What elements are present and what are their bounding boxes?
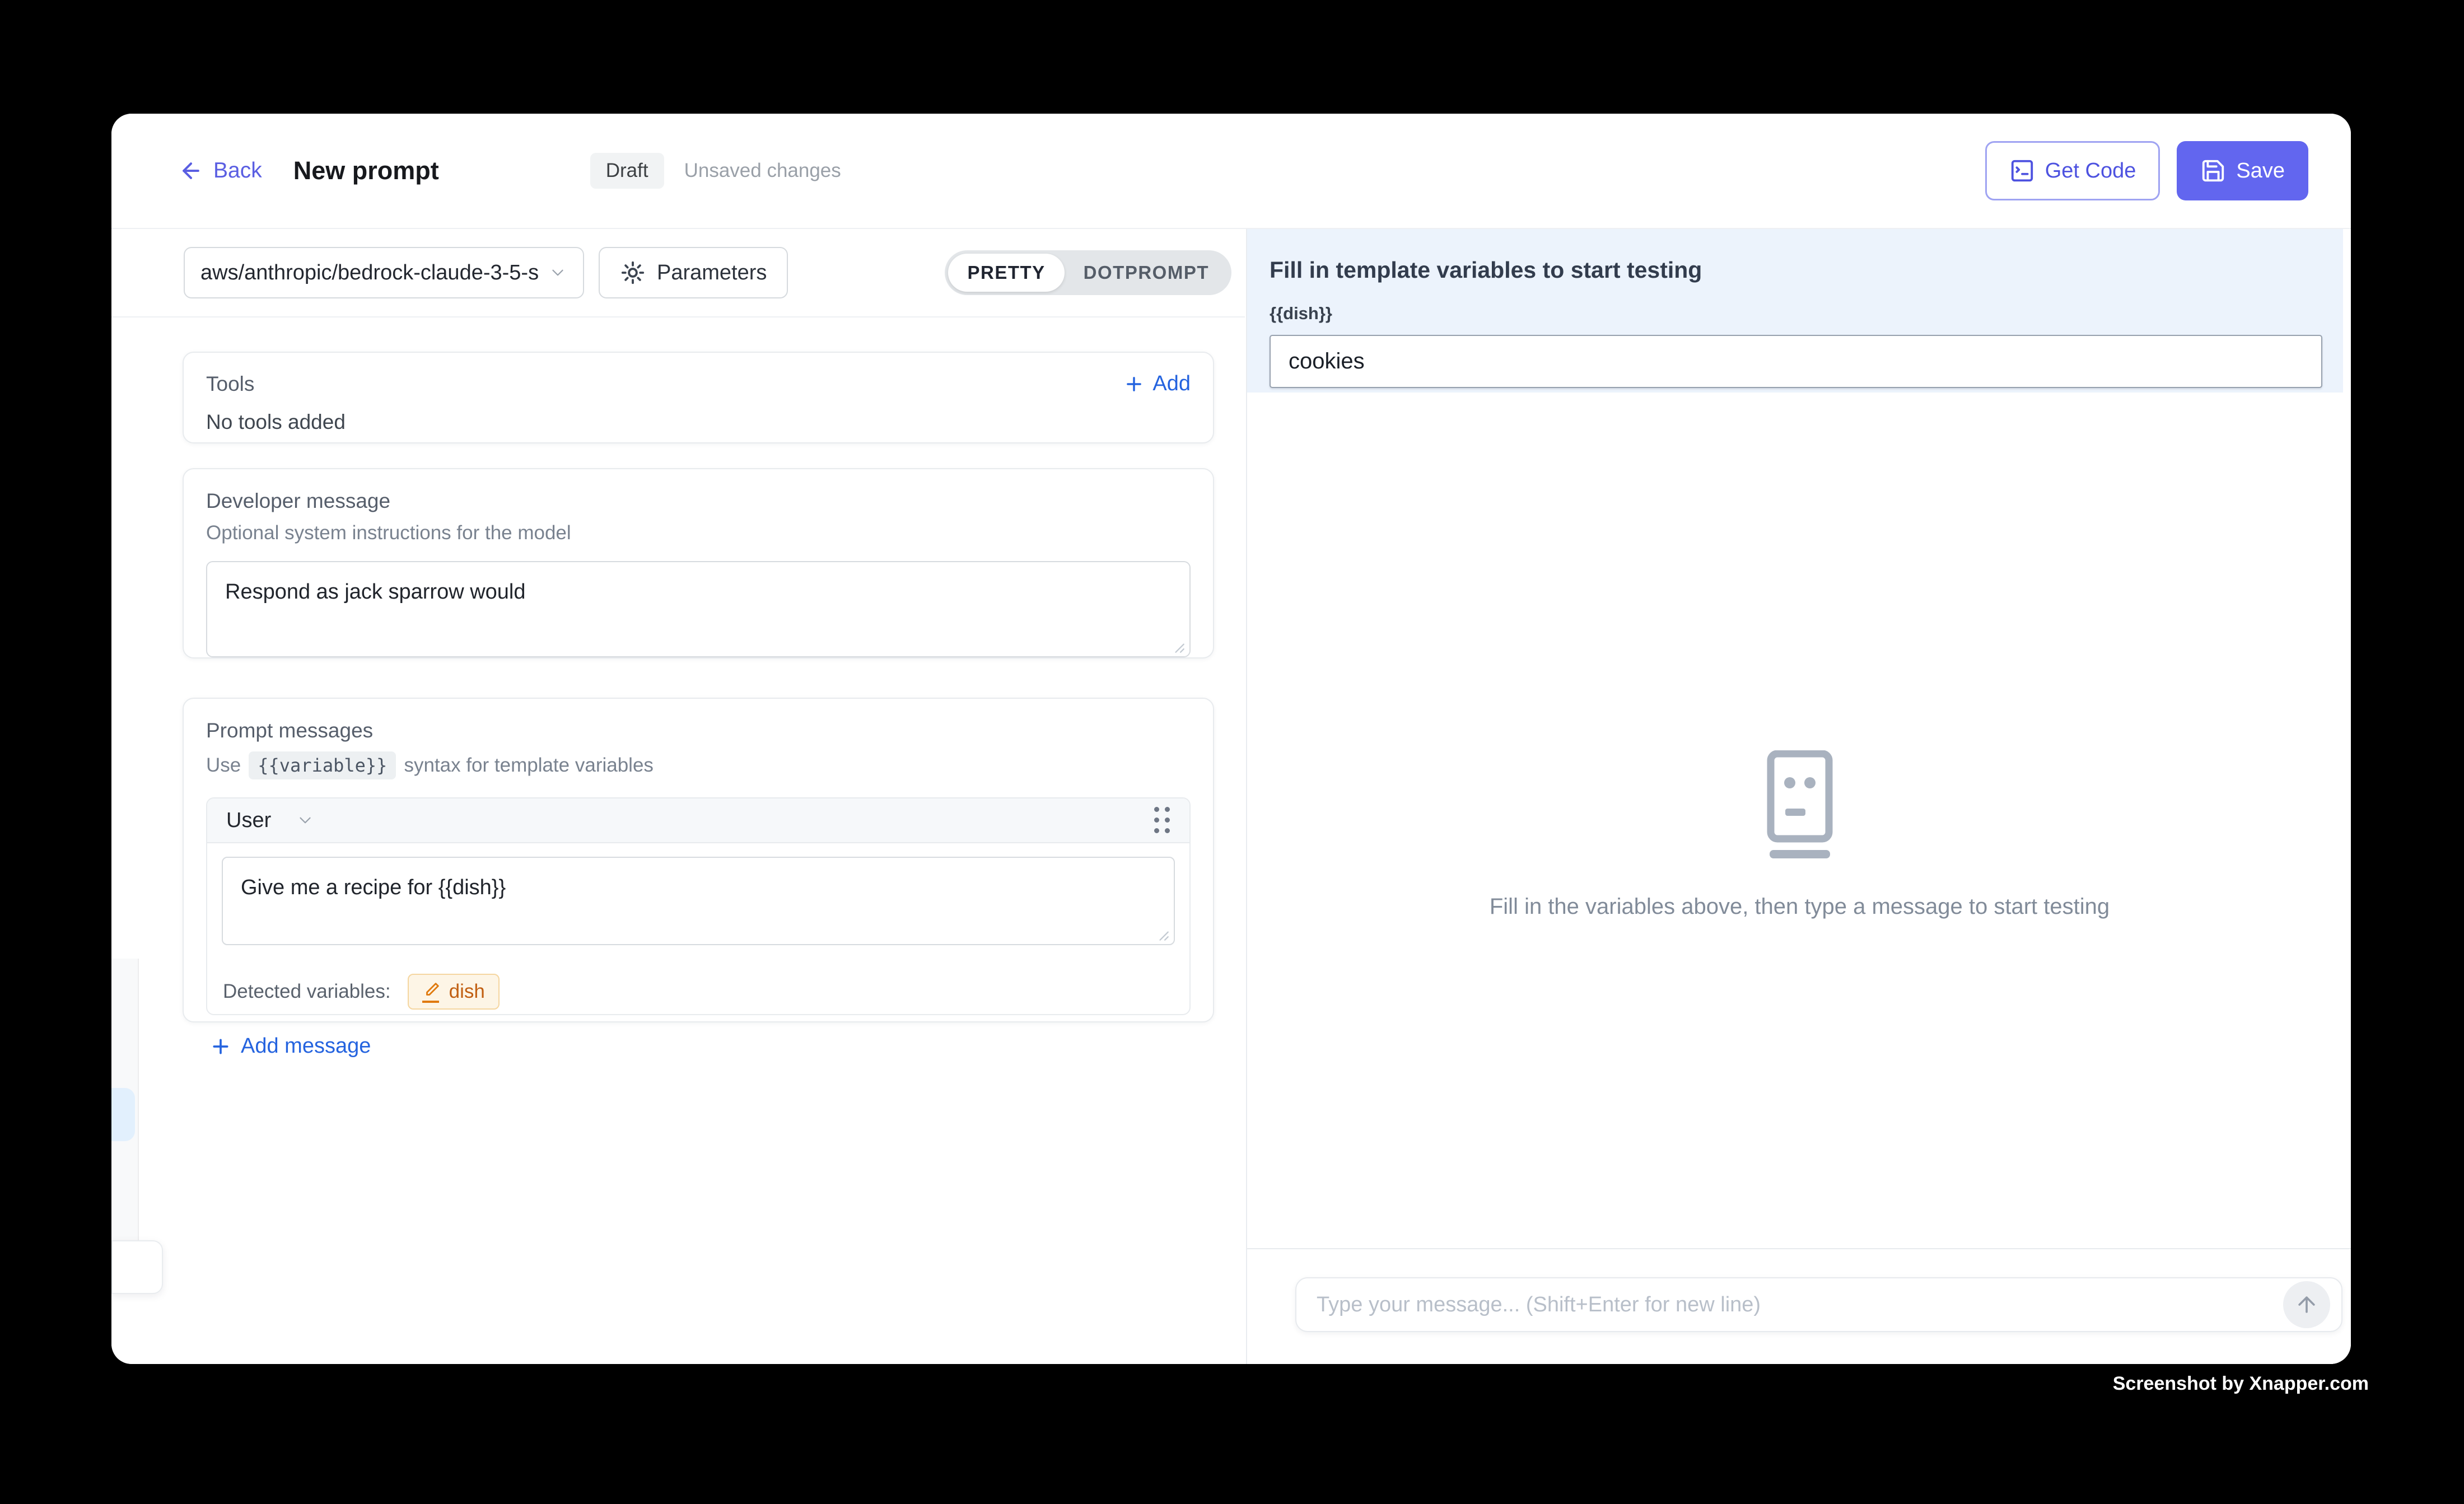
resize-grip-icon[interactable] [1151,923,1170,942]
chat-input-container [1295,1277,2342,1332]
subtitle-suffix: syntax for template variables [404,754,653,777]
message-text-input[interactable]: Give me a recipe for {{dish}} [222,857,1175,945]
screenshot-stage: Back New prompt Draft Unsaved changes Ge… [0,0,2464,1504]
developer-message-input[interactable]: Respond as jack sparrow would [206,561,1191,657]
chevron-down-icon [548,263,567,282]
model-select[interactable]: aws/anthropic/bedrock-claude-3-5-s... [184,247,584,298]
message-header: User [207,798,1189,843]
bot-face-icon [1764,750,1836,865]
plus-icon [209,1035,232,1058]
variable-chip-dish[interactable]: dish [408,974,500,1010]
chat-empty-state: Fill in the variables above, then type a… [1247,407,2351,1263]
editor-toolbar: aws/anthropic/bedrock-claude-3-5-s... Pa… [111,229,1245,317]
view-toggle: PRETTY DOTPROMPT [945,250,1231,295]
chevron-down-icon [296,811,315,830]
prompt-messages-title: Prompt messages [206,719,1191,742]
prompt-messages-card: Prompt messages Use {{variable}} syntax … [183,698,1214,1022]
model-select-value: aws/anthropic/bedrock-claude-3-5-s... [200,261,539,285]
toggle-dotprompt[interactable]: DOTPROMPT [1065,254,1228,292]
prompt-messages-subtitle: Use {{variable}} syntax for template var… [206,751,1191,779]
header: Back New prompt Draft Unsaved changes Ge… [111,114,2351,229]
developer-message-title: Developer message [206,489,1191,513]
back-label: Back [213,158,262,183]
status-badge: Draft [590,153,664,189]
template-variables-title: Fill in template variables to start test… [1270,257,2343,283]
test-panel: Fill in template variables to start test… [1246,229,2351,1364]
chat-empty-text: Fill in the variables above, then type a… [1490,894,2110,919]
get-code-button[interactable]: Get Code [1985,141,2160,200]
add-tool-button[interactable]: Add [1123,372,1191,396]
drag-handle[interactable] [1154,807,1170,834]
message-role-select[interactable]: User [226,809,315,833]
variable-chip-label: dish [449,980,485,1003]
variable-value-input[interactable] [1270,335,2322,388]
tools-empty-text: No tools added [206,410,1191,434]
arrow-up-icon [2294,1292,2319,1317]
save-button[interactable]: Save [2177,141,2308,200]
back-button[interactable]: Back [179,158,262,183]
detected-variables-label: Detected variables: [223,980,391,1003]
tools-card: Tools Add No tools added [183,352,1214,443]
chat-input-bar [1247,1248,2351,1364]
subtitle-prefix: Use [206,754,241,777]
add-message-button[interactable]: Add message [209,1034,1191,1058]
watermark-text: Screenshot by Xnapper.com [2113,1373,2369,1395]
developer-message-subtitle: Optional system instructions for the mod… [206,522,1191,544]
toggle-pretty[interactable]: PRETTY [948,254,1064,292]
add-tool-label: Add [1152,372,1191,396]
save-icon [2200,158,2226,184]
save-label: Save [2236,159,2285,183]
chat-message-input[interactable] [1317,1293,2283,1317]
app-window: Back New prompt Draft Unsaved changes Ge… [111,114,2351,1364]
variable-syntax-chip: {{variable}} [249,751,396,779]
side-rail-card [111,1240,163,1294]
prompt-editor: Tools Add No tools added Developer messa… [111,317,1245,1364]
resize-grip-icon[interactable] [1167,636,1186,655]
side-rail-highlight [111,1088,135,1141]
pencil-icon [422,980,441,1003]
message-block: User Give me a recipe for {{dish}} [206,797,1191,1015]
unsaved-changes-note: Unsaved changes [684,160,841,182]
template-variables-section: Fill in template variables to start test… [1247,229,2343,393]
arrow-left-icon [179,158,203,183]
page-title: New prompt [293,156,439,185]
parameters-button[interactable]: Parameters [599,247,788,298]
plus-icon [1123,373,1145,395]
gear-icon [620,260,646,286]
parameters-label: Parameters [657,261,767,285]
terminal-icon [2009,158,2035,184]
detected-variables-row: Detected variables: dish [207,959,1189,1014]
get-code-label: Get Code [2045,159,2136,183]
variable-key-label: {{dish}} [1270,303,2343,324]
message-role-value: User [226,809,271,833]
developer-message-card: Developer message Optional system instru… [183,468,1214,658]
send-button[interactable] [2283,1281,2330,1328]
add-message-label: Add message [241,1034,371,1058]
header-actions: Get Code Save [1985,141,2308,200]
tools-title: Tools [206,372,254,396]
